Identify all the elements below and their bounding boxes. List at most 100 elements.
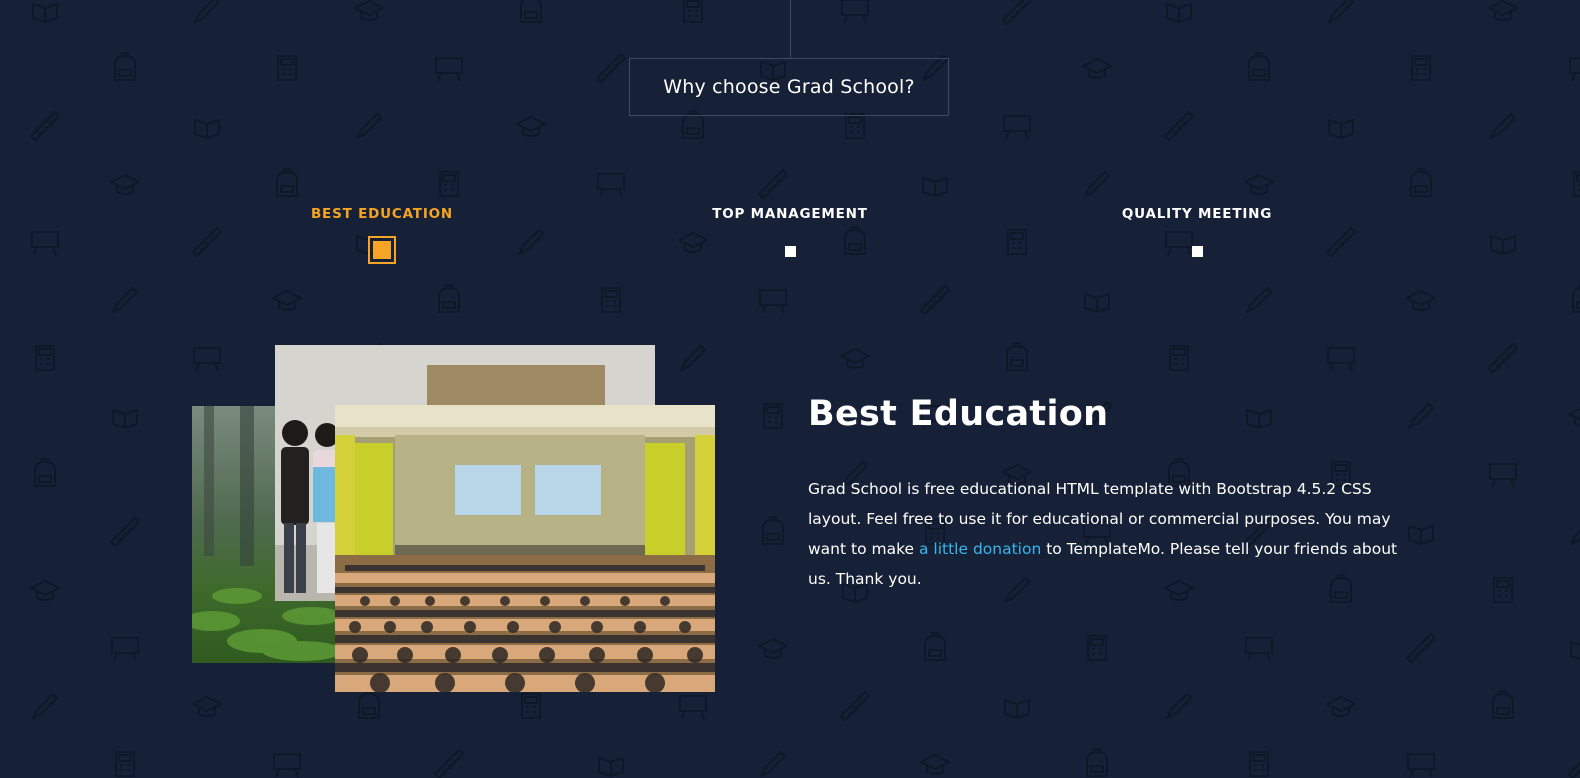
graduation-cap-icon (516, 116, 546, 137)
pencil-icon (194, 0, 220, 23)
graduation-cap-icon (840, 348, 870, 369)
book-icon (1246, 409, 1272, 429)
calculator-icon (763, 403, 783, 429)
book-icon (598, 757, 624, 777)
backpack-icon (1248, 52, 1270, 81)
chalkboard-icon (679, 695, 707, 720)
backpack-icon (924, 632, 946, 661)
ruler-icon (840, 691, 870, 721)
calculator-icon (115, 751, 135, 777)
calculator-icon (683, 0, 703, 23)
calculator-icon (845, 113, 865, 139)
book-icon (32, 3, 58, 23)
ruler-icon (1406, 633, 1436, 663)
ruler-icon (1002, 0, 1032, 25)
pencil-icon (1408, 403, 1434, 429)
book-icon (1328, 119, 1354, 139)
donation-link[interactable]: a little donation (919, 540, 1041, 558)
graduation-cap-icon (1244, 174, 1274, 195)
ruler-icon (1488, 343, 1518, 373)
content-text: Grad School is free educational HTML tem… (808, 474, 1408, 594)
book-icon (1084, 293, 1110, 313)
graduation-cap-icon (272, 290, 302, 311)
chalkboard-icon (1245, 637, 1273, 662)
calculator-icon (1411, 55, 1431, 81)
calculator-icon (521, 693, 541, 719)
calculator-icon (1087, 635, 1107, 661)
calculator-icon (601, 287, 621, 313)
calculator-icon (1249, 751, 1269, 777)
calculator-icon (1493, 577, 1513, 603)
chalkboard-icon (31, 231, 59, 256)
calculator-icon (277, 55, 297, 81)
tab-label: BEST EDUCATION (310, 206, 454, 222)
book-icon (1490, 235, 1516, 255)
pencil-icon (760, 751, 786, 777)
ruler-icon (192, 227, 222, 257)
ruler-icon (434, 749, 464, 778)
book-icon (194, 119, 220, 139)
tab-label: QUALITY MEETING (1121, 206, 1273, 222)
chalkboard-icon (193, 347, 221, 372)
pencil-icon (1084, 171, 1110, 197)
pencil-icon (1328, 0, 1354, 23)
graduation-cap-icon (192, 696, 222, 717)
backpack-icon (114, 52, 136, 81)
graduation-cap-icon (758, 638, 788, 659)
backpack-icon (358, 690, 380, 719)
ruler-icon (110, 517, 140, 547)
chalkboard-icon (1569, 57, 1580, 82)
backpack-icon (34, 458, 56, 487)
book-icon (112, 409, 138, 429)
tab-quality-meeting[interactable]: QUALITY MEETING (1047, 206, 1347, 257)
chalkboard-icon (841, 0, 869, 24)
chalkboard-icon (435, 57, 463, 82)
chalkboard-icon (111, 637, 139, 662)
ruler-icon (30, 111, 60, 141)
connector-line (790, 0, 791, 58)
ruler-icon (1164, 111, 1194, 141)
lecture-hall-photo (335, 405, 715, 692)
pencil-icon (32, 693, 58, 719)
backpack-icon (1086, 748, 1108, 777)
graduation-cap-icon (1082, 58, 1112, 79)
graduation-cap-icon (1568, 407, 1580, 427)
pencil-icon (1490, 113, 1516, 139)
calculator-icon (439, 171, 459, 197)
pencil-icon (680, 345, 706, 371)
pencil-icon (1166, 693, 1192, 719)
tab-indicator (784, 246, 796, 257)
calculator-icon (1007, 229, 1027, 255)
graduation-cap-icon (110, 174, 140, 195)
chalkboard-icon (1489, 463, 1517, 488)
chalkboard-icon (597, 173, 625, 198)
tab-indicator (1191, 246, 1203, 257)
chalkboard-icon (759, 289, 787, 314)
book-icon (1408, 525, 1434, 545)
tab-top-management[interactable]: TOP MANAGEMENT (640, 206, 940, 257)
calculator-icon (1573, 171, 1580, 197)
backpack-icon (276, 168, 298, 197)
chalkboard-icon (1407, 753, 1435, 778)
ruler-icon (920, 285, 950, 315)
tab-label: TOP MANAGEMENT (712, 206, 868, 222)
calculator-icon (1169, 345, 1189, 371)
graduation-cap-icon (1406, 290, 1436, 311)
chalkboard-icon (1003, 115, 1031, 140)
graduation-cap-icon (1326, 696, 1356, 717)
why-choose-section: Why choose Grad School? BEST EDUCATION T… (0, 0, 1580, 778)
tab-best-education[interactable]: BEST EDUCATION (232, 206, 532, 264)
content-title: Best Education (808, 394, 1109, 434)
graduation-cap-icon (354, 0, 384, 21)
pencil-icon (112, 287, 138, 313)
pencil-icon (356, 113, 382, 139)
backpack-icon (1410, 168, 1432, 197)
section-title: Why choose Grad School? (629, 58, 949, 116)
chalkboard-icon (1327, 347, 1355, 372)
book-icon (1570, 641, 1580, 661)
pencil-icon (1570, 529, 1580, 545)
ruler-icon (1568, 761, 1580, 778)
backpack-icon (762, 516, 784, 545)
book-icon (922, 177, 948, 197)
backpack-icon (438, 284, 460, 313)
